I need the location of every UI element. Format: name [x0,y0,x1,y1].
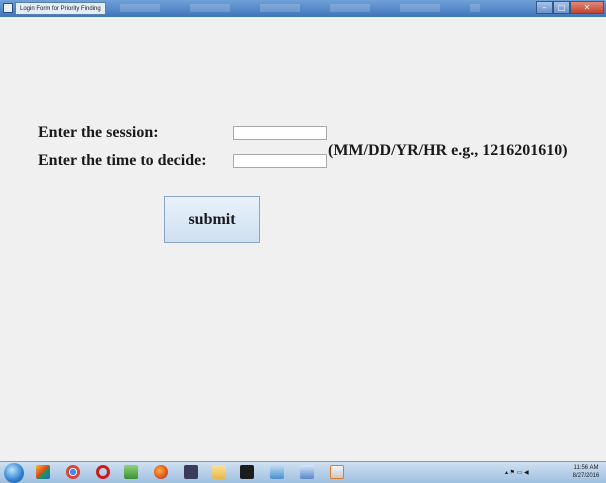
clock-date: 8/27/2016 [572,473,600,479]
folder-icon[interactable] [212,465,226,479]
session-input[interactable] [233,126,327,140]
time-format-hint: (MM/DD/YR/HR e.g., 1216201610) [328,142,568,159]
clock[interactable]: 11:56 AM 8/27/2016 [568,464,604,480]
system-tray[interactable]: ▴ ⚑ ▭ ◀ [505,466,565,480]
time-input[interactable] [233,154,327,168]
close-button[interactable]: ✕ [570,1,604,14]
session-label: Enter the session: [38,124,159,141]
window-title: Login Form for Priority Finding [15,2,106,15]
clock-time: 11:56 AM [573,465,599,471]
notepad-icon[interactable] [124,465,138,479]
visual-studio-icon[interactable] [184,465,198,479]
time-label: Enter the time to decide: [38,152,207,169]
chrome-icon[interactable] [66,465,80,479]
maximize-button[interactable]: □ [553,1,570,14]
paint-icon[interactable] [270,465,284,479]
start-orb-icon[interactable] [4,463,24,483]
minimize-button[interactable]: – [536,1,553,14]
terminal-icon[interactable] [240,465,254,479]
app-icon [3,3,13,13]
opera-icon[interactable] [96,465,110,479]
taskbar: ▴ ⚑ ▭ ◀ 11:56 AM 8/27/2016 [0,461,606,483]
firefox-icon[interactable] [154,465,168,479]
java-icon[interactable] [330,465,344,479]
word-icon[interactable] [300,465,314,479]
windows-explorer-icon[interactable] [36,465,50,479]
window-title-bar[interactable]: Login Form for Priority Finding – □ ✕ [0,0,606,17]
title-bar-decoration [120,4,480,12]
submit-button[interactable]: submit [164,196,260,243]
